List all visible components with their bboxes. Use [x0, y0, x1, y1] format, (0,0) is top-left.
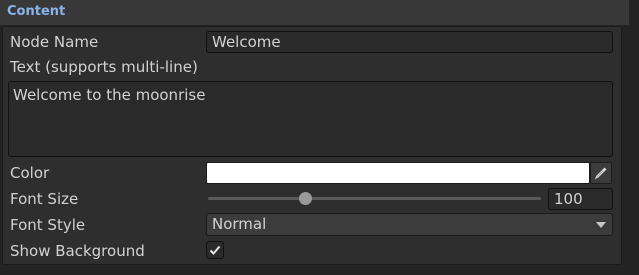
font-size-input[interactable]: 100: [548, 188, 613, 210]
color-label: Color: [10, 164, 50, 182]
chevron-down-icon: [596, 222, 606, 228]
font-style-value: Normal: [212, 215, 267, 233]
show-background-label: Show Background: [10, 242, 145, 260]
text-label: Text (supports multi-line): [10, 58, 198, 76]
font-style-dropdown[interactable]: Normal: [206, 213, 613, 236]
section-header[interactable]: Content: [0, 0, 629, 25]
font-size-slider-track[interactable]: [208, 197, 541, 200]
font-style-label: Font Style: [10, 216, 86, 234]
font-size-label: Font Size: [10, 190, 79, 208]
inspector-root: Content Node Name Welcome Text (supports…: [0, 0, 639, 275]
font-size-slider-thumb[interactable]: [298, 192, 312, 205]
show-background-checkbox[interactable]: [206, 241, 224, 259]
check-icon: [209, 245, 221, 255]
node-name-label: Node Name: [10, 33, 99, 51]
text-area[interactable]: Welcome to the moonrise: [8, 81, 613, 157]
eyedropper-icon[interactable]: [590, 162, 612, 184]
node-name-input[interactable]: Welcome: [206, 31, 613, 53]
section-title: Content: [7, 4, 66, 19]
color-swatch[interactable]: [206, 162, 590, 184]
right-scroll-gutter: [629, 0, 639, 275]
eyedropper-glyph: [594, 167, 607, 180]
